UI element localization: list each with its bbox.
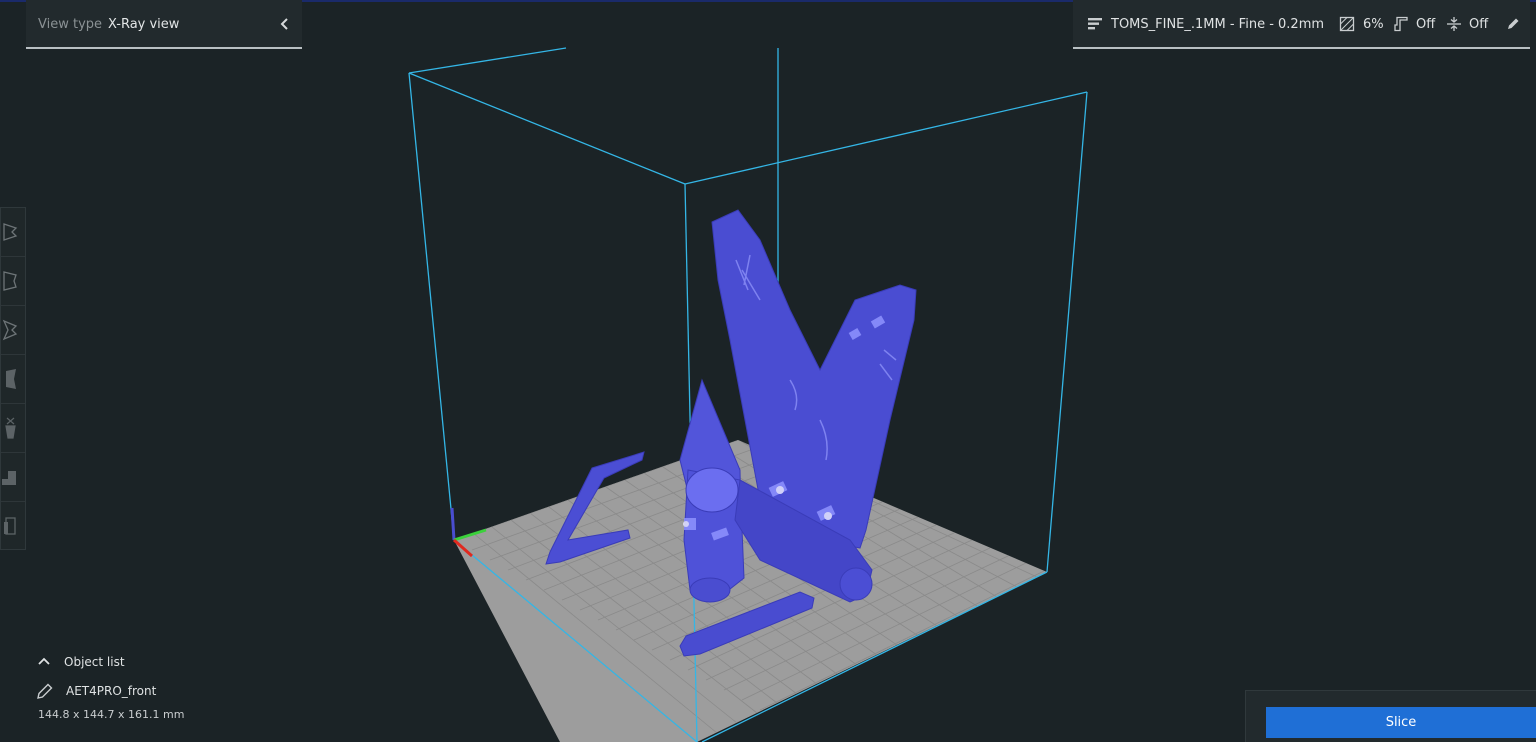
object-actions-row [40, 734, 190, 742]
print-settings-panel[interactable]: TOMS_FINE_.1MM - Fine - 0.2mm 6% Off Off [1073, 0, 1530, 49]
support-blocker-tool[interactable] [1, 453, 25, 502]
object-name: AET4PRO_front [66, 684, 157, 698]
print-profile-label[interactable]: TOMS_FINE_.1MM - Fine - 0.2mm [1111, 17, 1324, 32]
per-model-settings-icon [5, 417, 16, 439]
profile-layers-icon [1088, 18, 1102, 30]
scale-icon [3, 271, 17, 291]
infill-value: 6% [1363, 17, 1384, 32]
view-type-panel[interactable]: View type X-Ray view [26, 0, 302, 49]
move-icon [3, 223, 18, 241]
chevron-left-icon[interactable] [277, 15, 293, 33]
view-type-label: View type [38, 17, 103, 32]
rotate-tool[interactable] [1, 306, 25, 355]
object-dimensions: 144.8 x 144.7 x 161.1 mm [38, 708, 185, 721]
support-value: Off [1416, 17, 1436, 32]
edit-pencil-icon[interactable] [1505, 16, 1521, 32]
extra-tool-icon [4, 517, 16, 535]
extra-tool[interactable] [1, 502, 25, 550]
infill-icon [1339, 16, 1355, 32]
move-tool[interactable] [1, 208, 25, 257]
chevron-up-icon [38, 657, 50, 665]
viewport-3d[interactable] [0, 0, 1536, 742]
object-list-label: Object list [64, 655, 125, 669]
adhesion-value: Off [1469, 17, 1489, 32]
pencil-icon[interactable] [36, 682, 54, 700]
rotate-icon [2, 319, 18, 341]
mirror-icon [6, 369, 16, 389]
adhesion-icon [1447, 17, 1461, 31]
support-icon [1394, 16, 1408, 32]
support-blocker-icon [2, 471, 16, 485]
view-type-value[interactable]: X-Ray view [108, 17, 179, 32]
mirror-tool[interactable] [1, 355, 25, 404]
scale-tool[interactable] [1, 257, 25, 306]
slice-button[interactable]: Slice [1266, 707, 1536, 738]
tool-sidebar [0, 207, 26, 550]
per-model-settings-tool[interactable] [1, 404, 25, 453]
